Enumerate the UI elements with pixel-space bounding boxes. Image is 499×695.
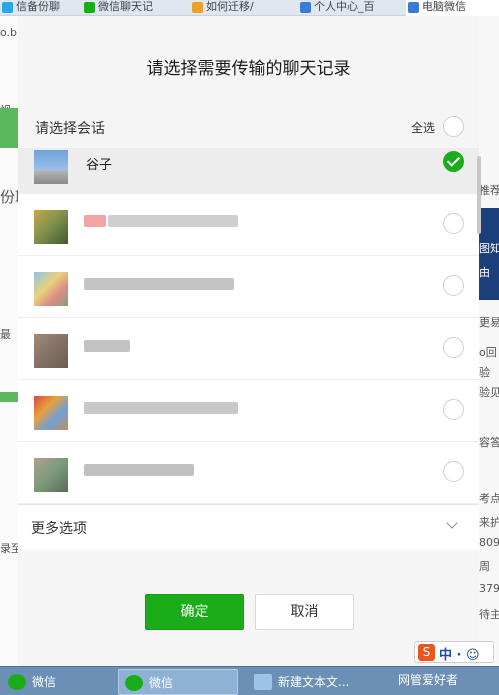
wechat-icon: [84, 2, 95, 13]
background-text: 最: [0, 328, 11, 341]
background-text: 图知: [479, 242, 499, 255]
select-all-label[interactable]: 全选: [411, 119, 435, 136]
blurred-name: [84, 215, 106, 227]
conversation-checkbox[interactable]: [443, 275, 464, 296]
background-text: 待主: [479, 608, 499, 621]
paw-icon: [408, 2, 419, 13]
watermark: 网管爱好者: [398, 673, 459, 687]
background-text: 容答: [479, 436, 499, 449]
conversation-name: 谷子: [86, 158, 113, 173]
conversation-row[interactable]: [18, 442, 479, 504]
background-text: 809: [479, 536, 499, 549]
chat-transfer-dialog: 请选择需要传输的聊天记录 请选择会话 全选 谷子 更多选项 确定 取消: [18, 16, 481, 666]
background-text: 推荐: [479, 184, 499, 197]
conversation-row[interactable]: [18, 380, 479, 442]
browser-tab-4[interactable]: 个人中心_百: [298, 0, 402, 16]
browser-tab-strip: 信备份聊 微信聊天记 如何迁移/ 个人中心_百 电脑微信: [0, 0, 499, 16]
wechat-icon: [8, 674, 26, 690]
select-conversation-label: 请选择会话: [35, 121, 105, 137]
avatar: [34, 396, 68, 430]
blurred-name: [108, 215, 238, 227]
taskbar-item-notepad[interactable]: 新建文本文...: [248, 669, 372, 695]
background-green-strip: [0, 392, 18, 402]
background-text: o.b: [0, 26, 18, 39]
background-text: 来护: [479, 516, 499, 529]
conversation-checkbox[interactable]: [443, 337, 464, 358]
conversation-checkbox[interactable]: [443, 213, 464, 234]
background-text: 周: [479, 560, 490, 573]
browser-tab-3[interactable]: 如何迁移/: [190, 0, 294, 16]
avatar: [34, 334, 68, 368]
background-page-right: 推荐 图知 由 更易 o回 验 验见 容答 考点 来护 809 周 379 待主: [479, 16, 499, 666]
wechat-icon: [125, 675, 143, 691]
blurred-name: [84, 278, 234, 290]
browser-tab-1[interactable]: 信备份聊: [0, 0, 80, 16]
conversation-row[interactable]: [18, 318, 479, 380]
background-green-strip: [0, 108, 18, 148]
conversation-list: 谷子: [18, 148, 479, 504]
tab-favicon-icon: [2, 2, 13, 13]
browser-tab-2[interactable]: 微信聊天记: [82, 0, 186, 16]
conversation-checkbox[interactable]: [443, 461, 464, 482]
background-text: 由: [479, 266, 490, 279]
background-text: 更易: [479, 316, 499, 329]
conversation-checkbox-checked[interactable]: [443, 151, 464, 172]
chevron-down-icon: [446, 517, 458, 529]
notepad-icon: [254, 674, 272, 690]
conversation-row[interactable]: [18, 256, 479, 318]
dialog-title: 请选择需要传输的聊天记录: [146, 59, 351, 79]
taskbar-item-wechat-active[interactable]: 微信: [118, 669, 238, 695]
select-all-checkbox[interactable]: [443, 116, 464, 137]
conversation-checkbox[interactable]: [443, 399, 464, 420]
background-text: o回: [479, 346, 497, 359]
more-options-row[interactable]: 更多选项: [18, 504, 479, 550]
avatar: [34, 458, 68, 492]
select-conversation-header: 请选择会话 全选: [18, 112, 479, 146]
ime-toolbar[interactable]: S 中 · ☺: [414, 641, 494, 663]
avatar: [34, 150, 68, 184]
confirm-button[interactable]: 确定: [145, 594, 244, 630]
background-text: 验: [479, 366, 490, 379]
background-text: 验见: [479, 386, 499, 399]
taskbar: 微信 微信 新建文本文... 网管爱好者: [0, 666, 499, 695]
taskbar-item-wechat[interactable]: 微信: [2, 669, 112, 695]
blurred-name: [84, 402, 238, 414]
blurred-name: [84, 340, 130, 352]
avatar: [34, 210, 68, 244]
browser-tab-5[interactable]: 电脑微信: [406, 0, 499, 16]
background-text: 379: [479, 582, 499, 595]
conversation-row[interactable]: [18, 194, 479, 256]
ime-logo-icon: S: [418, 644, 435, 661]
list-scrollbar[interactable]: [477, 156, 481, 234]
background-text: 考点: [479, 492, 499, 505]
tab-favicon-icon: [192, 2, 203, 13]
paw-icon: [300, 2, 311, 13]
avatar: [34, 272, 68, 306]
ime-mode[interactable]: 中 · ☺: [439, 644, 480, 663]
more-options-label: 更多选项: [31, 521, 87, 537]
blurred-name: [84, 464, 194, 476]
cancel-button[interactable]: 取消: [255, 594, 354, 630]
